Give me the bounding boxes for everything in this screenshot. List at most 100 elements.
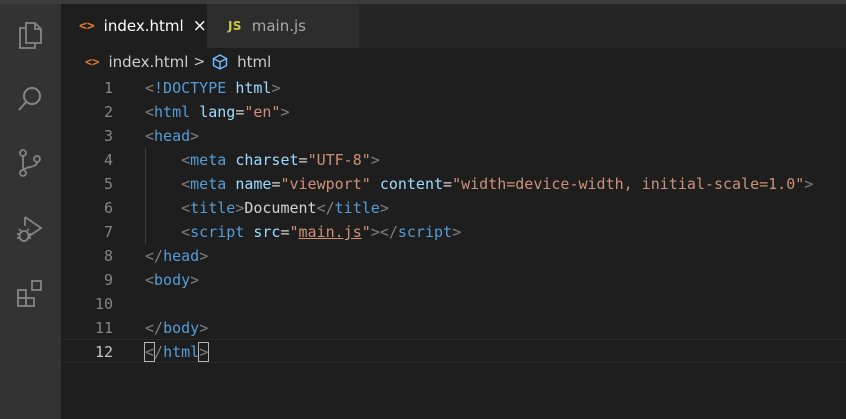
tab-main-js[interactable]: JS main.js — [207, 4, 359, 48]
code-content: <meta name="viewport" content="width=dev… — [145, 172, 813, 196]
tab-index-html[interactable]: <> index.html × — [61, 4, 207, 48]
matched-bracket: < — [143, 342, 156, 362]
breadcrumb-file[interactable]: index.html — [108, 53, 188, 71]
html-file-icon: <> — [79, 18, 95, 34]
code-punctuation: < — [145, 271, 155, 289]
code-tag: html — [154, 103, 191, 121]
source-control-icon[interactable] — [11, 144, 49, 182]
code-punctuation: < — [181, 223, 191, 241]
tab-bar: <> index.html × JS main.js — [61, 4, 846, 48]
breadcrumb-separator: > — [193, 54, 206, 70]
code-punctuation: < — [145, 103, 155, 121]
code-punctuation: < — [145, 127, 155, 145]
code-content: </body> — [145, 316, 208, 340]
js-file-icon: JS — [228, 19, 242, 33]
code-content: <body> — [145, 268, 199, 292]
line-number: 4 — [103, 151, 113, 169]
code-text: = — [298, 151, 308, 169]
search-icon[interactable] — [11, 80, 49, 118]
code-punctuation: > — [199, 319, 209, 337]
code-punctuation: </ — [316, 199, 335, 217]
line-number: 12 — [94, 343, 113, 361]
code-line[interactable]: 11 </body> — [61, 316, 846, 340]
code-content: <meta charset="UTF-8"> — [145, 148, 380, 172]
line-number: 11 — [94, 319, 113, 337]
code-content: </html> — [143, 340, 210, 364]
code-line[interactable]: 12 </html> — [61, 340, 846, 364]
code-punctuation: > — [280, 103, 290, 121]
code-tag: head — [163, 247, 200, 265]
line-number: 10 — [94, 295, 113, 313]
code-content: <script src="main.js"></script> — [145, 220, 461, 244]
code-string: "width=device-width, initial-scale=1.0" — [452, 175, 805, 193]
code-line[interactable]: 7 <script src="main.js"></script> — [61, 220, 846, 244]
code-content: </head> — [145, 244, 208, 268]
code-link[interactable]: main.js — [299, 223, 362, 241]
tab-label: main.js — [251, 17, 306, 35]
code-tag: script — [190, 223, 245, 241]
code-punctuation: > — [271, 79, 281, 97]
code-punctuation: > — [452, 223, 462, 241]
code-tag: !DOCTYPE — [154, 79, 227, 97]
line-number: 6 — [103, 199, 113, 217]
code-tag: head — [154, 127, 191, 145]
code-punctuation: > — [379, 199, 389, 217]
code-punctuation: > — [190, 127, 200, 145]
code-tag: meta — [190, 175, 227, 193]
code-punctuation: < — [181, 199, 191, 217]
code-line[interactable]: 2 <html lang="en"> — [61, 100, 846, 124]
code-line[interactable]: 4 <meta charset="UTF-8"> — [61, 148, 846, 172]
code-punctuation: < — [181, 151, 191, 169]
code-text: = — [280, 223, 290, 241]
line-number: 9 — [103, 271, 113, 289]
code-line[interactable]: 3 <head> — [61, 124, 846, 148]
close-icon[interactable]: × — [193, 17, 207, 35]
code-tag: title — [190, 199, 236, 217]
html-file-icon: <> — [85, 55, 100, 69]
code-punctuation: </ — [145, 319, 164, 337]
run-debug-icon[interactable] — [11, 210, 49, 248]
code-punctuation: > — [190, 271, 200, 289]
code-punctuation: < — [145, 79, 155, 97]
matched-bracket: > — [198, 342, 210, 362]
code-punctuation: > — [804, 175, 814, 193]
line-number: 7 — [103, 223, 113, 241]
code-attribute: charset — [235, 151, 299, 169]
code-line[interactable]: 8 </head> — [61, 244, 846, 268]
code-editor[interactable]: 1 <!DOCTYPE html> 2 <html lang="en"> 3 <head>… — [61, 76, 846, 419]
code-line[interactable]: 1 <!DOCTYPE html> — [61, 76, 846, 100]
code-tag: title — [334, 199, 380, 217]
activity-bar — [0, 4, 61, 419]
code-line[interactable]: 5 <meta name="viewport" content="width=d… — [61, 172, 846, 196]
code-punctuation: > — [370, 151, 380, 169]
code-punctuation: </ — [145, 247, 164, 265]
code-string: "en" — [244, 103, 281, 121]
line-number: 3 — [103, 127, 113, 145]
vscode-window: <> index.html × JS main.js <> index.html… — [0, 0, 846, 419]
breadcrumb-symbol[interactable]: html — [237, 53, 271, 71]
code-string: " — [289, 223, 299, 241]
code-attribute: content — [379, 175, 444, 193]
code-line[interactable]: 9 <body> — [61, 268, 846, 292]
code-line[interactable]: 6 <title>Document</title> — [61, 196, 846, 220]
code-tag: script — [397, 223, 453, 241]
code-line[interactable]: 10 — [61, 292, 846, 316]
code-punctuation: > — [199, 247, 209, 265]
code-text: = — [443, 175, 453, 193]
code-punctuation: > — [235, 199, 245, 217]
code-text: Document — [244, 199, 317, 217]
line-number: 8 — [103, 247, 113, 265]
extensions-icon[interactable] — [11, 274, 49, 312]
code-attribute: html — [235, 79, 272, 97]
code-content: <title>Document</title> — [145, 196, 389, 220]
code-string: "UTF-8" — [307, 151, 371, 169]
explorer-icon[interactable] — [11, 16, 49, 54]
